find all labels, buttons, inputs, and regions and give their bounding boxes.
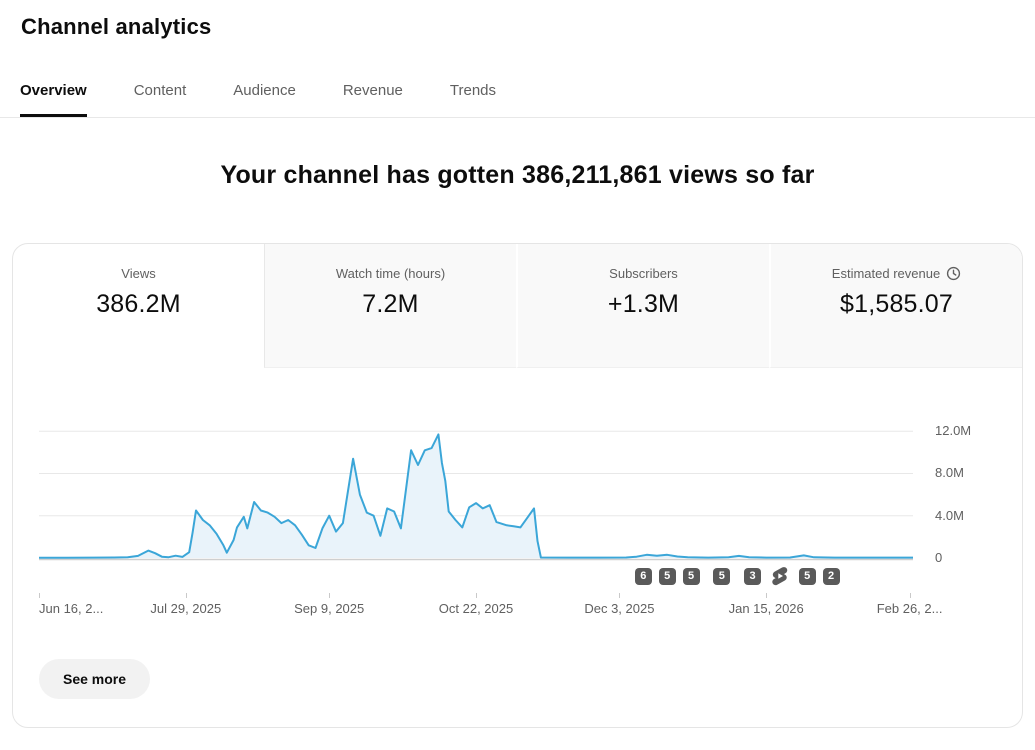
chart-area: 12.0M 8.0M 4.0M 0 Jun 16, 2... Jul 29, 2025 Se… bbox=[13, 408, 1022, 623]
page-title: Channel analytics bbox=[21, 14, 1035, 40]
x-axis-label: Feb 26, 2... bbox=[877, 601, 943, 616]
x-axis-label: Sep 9, 2025 bbox=[294, 601, 364, 616]
video-marker-badge[interactable]: 6 bbox=[635, 568, 652, 585]
metric-card-estimated-revenue[interactable]: Estimated revenue $1,585.07 bbox=[769, 244, 1022, 368]
metric-label: Views bbox=[121, 266, 155, 281]
y-axis-label: 4.0M bbox=[935, 508, 964, 523]
views-area-chart[interactable] bbox=[39, 408, 913, 562]
x-axis-label: Jul 29, 2025 bbox=[150, 601, 221, 616]
metric-label-text: Estimated revenue bbox=[832, 266, 940, 281]
delayed-data-clock-icon bbox=[946, 266, 961, 281]
y-axis-label: 8.0M bbox=[935, 465, 964, 480]
views-series-area bbox=[39, 434, 913, 558]
metric-label: Estimated revenue bbox=[832, 266, 961, 281]
x-axis-tick bbox=[39, 593, 40, 598]
x-axis-tick bbox=[329, 593, 330, 598]
metric-label-text: Views bbox=[121, 266, 155, 281]
x-axis-label: Jan 15, 2026 bbox=[729, 601, 804, 616]
metric-card-subscribers[interactable]: Subscribers +1.3M bbox=[516, 244, 769, 368]
tab-revenue[interactable]: Revenue bbox=[343, 82, 403, 117]
x-axis-label: Oct 22, 2025 bbox=[439, 601, 513, 616]
metric-value: +1.3M bbox=[518, 290, 769, 319]
x-axis-tick bbox=[766, 593, 767, 598]
metric-value: 386.2M bbox=[13, 290, 264, 319]
tab-content[interactable]: Content bbox=[134, 82, 187, 117]
metric-label-text: Subscribers bbox=[609, 266, 678, 281]
tab-overview[interactable]: Overview bbox=[20, 82, 87, 117]
metric-label: Watch time (hours) bbox=[336, 266, 445, 281]
x-axis-label: Dec 3, 2025 bbox=[584, 601, 654, 616]
tab-trends[interactable]: Trends bbox=[450, 82, 496, 117]
video-marker-badge[interactable]: 3 bbox=[744, 568, 761, 585]
x-axis-tick bbox=[619, 593, 620, 598]
y-axis-label: 12.0M bbox=[935, 423, 971, 438]
x-axis-tick bbox=[186, 593, 187, 598]
video-marker-badge[interactable]: 5 bbox=[799, 568, 816, 585]
video-marker-badge[interactable]: 5 bbox=[683, 568, 700, 585]
metric-card-views[interactable]: Views 386.2M bbox=[13, 244, 264, 368]
x-axis-label: Jun 16, 2... bbox=[39, 601, 103, 616]
metric-value: $1,585.07 bbox=[771, 290, 1022, 319]
video-marker-badge[interactable]: 5 bbox=[713, 568, 730, 585]
video-marker-badge[interactable]: 2 bbox=[823, 568, 840, 585]
metric-label: Subscribers bbox=[609, 266, 678, 281]
metric-label-text: Watch time (hours) bbox=[336, 266, 445, 281]
metric-card-watch-time-hours[interactable]: Watch time (hours) 7.2M bbox=[264, 244, 516, 368]
analytics-card: Views386.2MWatch time (hours)7.2MSubscri… bbox=[12, 243, 1023, 728]
metric-tabs-row: Views386.2MWatch time (hours)7.2MSubscri… bbox=[13, 244, 1022, 368]
analytics-nav-tabs: Overview Content Audience Revenue Trends bbox=[0, 82, 1035, 118]
y-axis-label: 0 bbox=[935, 550, 942, 565]
video-marker-badge[interactable]: 5 bbox=[659, 568, 676, 585]
tab-audience[interactable]: Audience bbox=[233, 82, 296, 117]
views-headline: Your channel has gotten 386,211,861 view… bbox=[0, 161, 1035, 190]
metric-value: 7.2M bbox=[265, 290, 516, 319]
x-axis-tick bbox=[910, 593, 911, 598]
x-axis-tick bbox=[476, 593, 477, 598]
shorts-marker-icon[interactable] bbox=[770, 566, 790, 586]
see-more-button[interactable]: See more bbox=[39, 659, 150, 699]
